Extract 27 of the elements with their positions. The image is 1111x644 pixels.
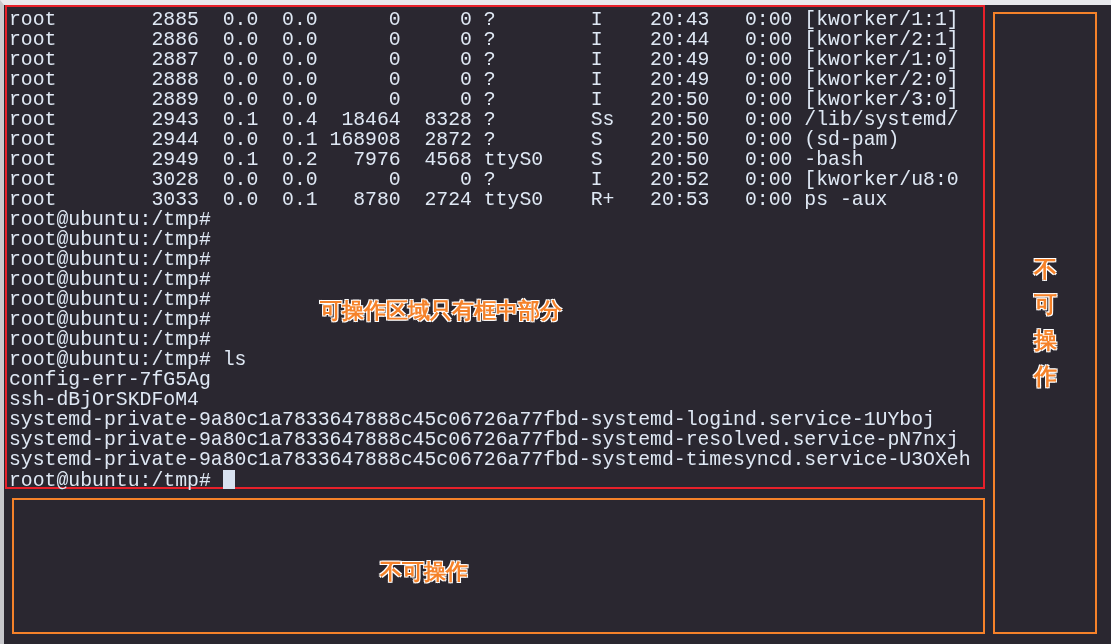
annotation-label: 可操作区域只有框中部分 bbox=[320, 297, 562, 325]
terminal-line: root 2885 0.0 0.0 0 0 ? I 20:43 0:00 [kworker/1:1] bbox=[9, 10, 959, 30]
terminal-line: root 3028 0.0 0.0 0 0 ? I 20:52 0:00 [kworker/u8:0 bbox=[9, 170, 959, 190]
terminal-line: root@ubuntu:/tmp# bbox=[9, 250, 211, 270]
terminal-line: root 3033 0.0 0.1 8780 2724 ttyS0 R+ 20:53 0:00 ps -aux bbox=[9, 190, 888, 210]
terminal-line: root 2944 0.0 0.1 168908 2872 ? S 20:50 0:00 (sd-pam) bbox=[9, 130, 900, 150]
terminal-line: root 2949 0.1 0.2 7976 4568 ttyS0 S 20:50 0:00 -bash bbox=[9, 150, 864, 170]
terminal-line: root@ubuntu:/tmp# bbox=[9, 270, 211, 290]
terminal-line: config-err-7fG5Ag bbox=[9, 370, 211, 390]
terminal-line: root@ubuntu:/tmp# bbox=[9, 290, 211, 310]
annotation-label: 不可操作 bbox=[1033, 254, 1057, 391]
terminal-line: root@ubuntu:/tmp# bbox=[9, 330, 211, 350]
terminal-line: root 2886 0.0 0.0 0 0 ? I 20:44 0:00 [kworker/2:1] bbox=[9, 30, 959, 50]
terminal-line: root@ubuntu:/tmp# bbox=[9, 470, 235, 491]
terminal-line: root 2889 0.0 0.0 0 0 ? I 20:50 0:00 [kworker/3:0] bbox=[9, 90, 959, 110]
terminal-line: root@ubuntu:/tmp# bbox=[9, 310, 211, 330]
terminal-line: systemd-private-9a80c1a7833647888c45c06726a77fbd-systemd-logind.service-1UYboj bbox=[9, 410, 935, 430]
terminal-line: root@ubuntu:/tmp# ls bbox=[9, 350, 247, 370]
terminal-line: root@ubuntu:/tmp# bbox=[9, 230, 211, 250]
terminal-line: ssh-dBjOrSKDFoM4 bbox=[9, 390, 199, 410]
terminal-line: systemd-private-9a80c1a7833647888c45c06726a77fbd-systemd-resolved.service-pN7nxj bbox=[9, 430, 959, 450]
terminal-line: root 2943 0.1 0.4 18464 8328 ? Ss 20:50 0:00 /lib/systemd/ bbox=[9, 110, 959, 130]
terminal-line: root 2888 0.0 0.0 0 0 ? I 20:49 0:00 [kworker/2:0] bbox=[9, 70, 959, 90]
terminal-line: root 2887 0.0 0.0 0 0 ? I 20:49 0:00 [kworker/1:0] bbox=[9, 50, 959, 70]
terminal-line: root@ubuntu:/tmp# bbox=[9, 210, 211, 230]
terminal-line: systemd-private-9a80c1a7833647888c45c06726a77fbd-systemd-timesyncd.service-U3OXeh bbox=[9, 450, 971, 470]
annotation-label: 不可操作 bbox=[379, 557, 468, 586]
